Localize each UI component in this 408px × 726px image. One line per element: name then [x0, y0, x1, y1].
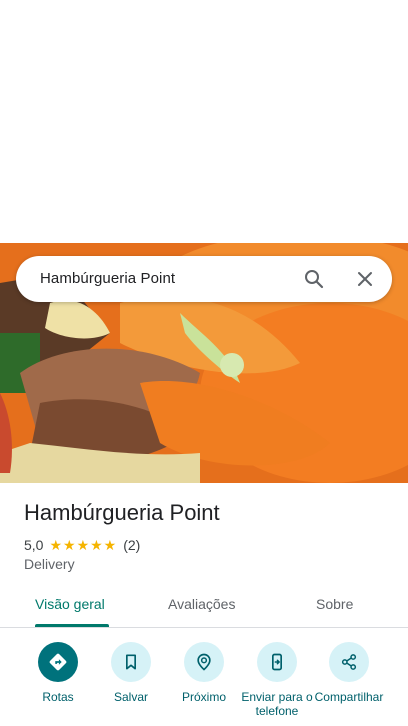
directions-icon — [49, 653, 67, 671]
rating-value: 5,0 — [24, 537, 44, 553]
send-to-phone-button[interactable]: Enviar para o telefone — [241, 642, 313, 718]
rating-row[interactable]: 5,0 ★★★★★ (2) — [24, 536, 140, 554]
nearby-icon — [197, 653, 211, 671]
save-label: Salvar — [113, 690, 148, 704]
save-button[interactable]: Salvar — [95, 642, 167, 718]
directions-label: Rotas — [42, 690, 74, 704]
save-button-circle — [111, 642, 151, 682]
tab-overview[interactable]: Visão geral — [35, 596, 105, 612]
tab-about[interactable]: Sobre — [316, 596, 353, 612]
rating-stars-icon: ★★★★★ — [49, 536, 118, 553]
share-button[interactable]: Compartilhar — [313, 642, 385, 718]
tab-reviews[interactable]: Avaliações — [168, 596, 235, 612]
share-label: Compartilhar — [314, 690, 384, 704]
review-count[interactable]: (2) — [123, 537, 140, 553]
share-icon — [341, 654, 357, 670]
close-icon[interactable] — [353, 267, 377, 291]
map-area[interactable] — [0, 0, 408, 243]
tab-bar: Visão geral Avaliações Sobre — [0, 584, 408, 628]
send-to-phone-icon — [272, 653, 282, 671]
send-to-phone-button-circle — [257, 642, 297, 682]
bookmark-icon — [126, 654, 136, 670]
nearby-label: Próximo — [181, 690, 226, 704]
search-icon[interactable] — [302, 267, 326, 291]
place-title: Hambúrgueria Point — [24, 500, 220, 525]
divider — [0, 627, 408, 628]
send-to-phone-label: Enviar para o telefone — [241, 690, 313, 718]
search-bar[interactable]: Hambúrgueria Point — [16, 256, 392, 302]
directions-button-circle — [38, 642, 78, 682]
nearby-button-circle — [184, 642, 224, 682]
place-category: Delivery — [24, 556, 75, 572]
share-button-circle — [329, 642, 369, 682]
search-input[interactable]: Hambúrgueria Point — [40, 270, 175, 287]
directions-button[interactable]: Rotas — [22, 642, 94, 718]
nearby-button[interactable]: Próximo — [168, 642, 240, 718]
